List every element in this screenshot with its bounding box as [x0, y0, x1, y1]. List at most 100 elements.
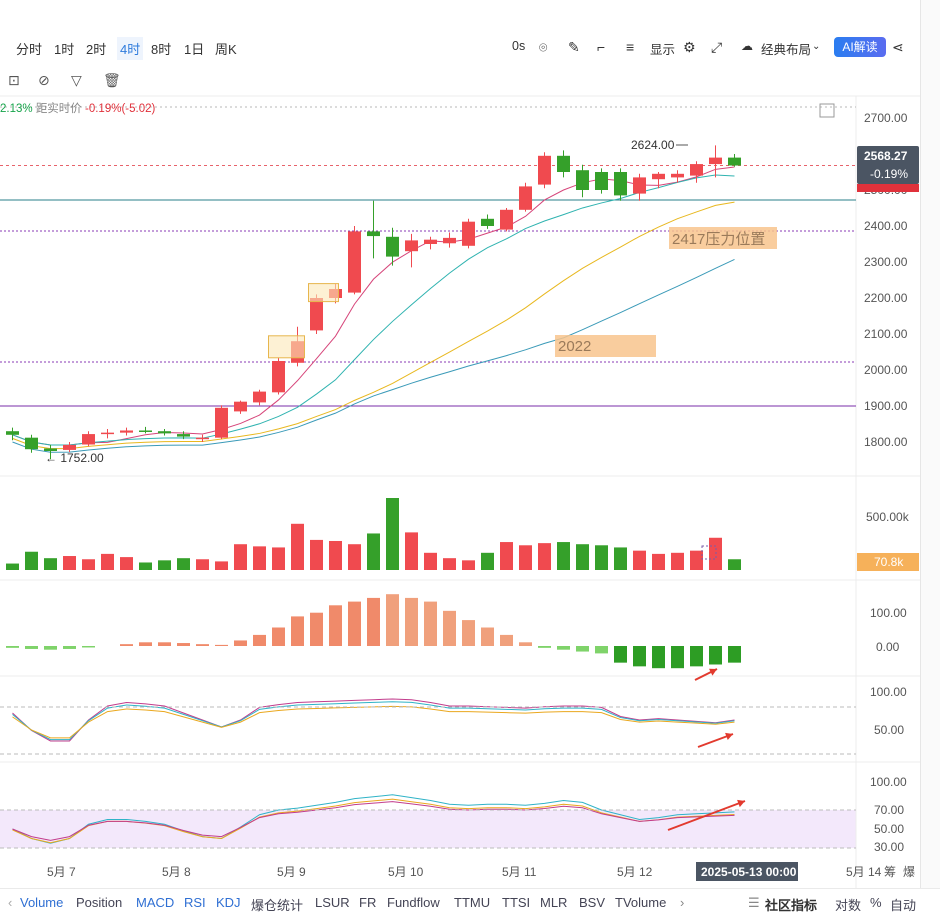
candle-body[interactable] — [272, 361, 285, 393]
candle-body[interactable] — [386, 236, 399, 257]
candle-body[interactable] — [6, 431, 19, 435]
volume-bar — [101, 553, 114, 570]
indicator-volume[interactable]: Volume — [20, 895, 63, 910]
volume-bar — [25, 551, 38, 570]
current-time-value: 2025-05-13 00:00 — [701, 865, 797, 879]
share-icon[interactable]: ⋖ — [892, 39, 904, 56]
candle-body[interactable] — [139, 430, 152, 432]
auto-scale-toggle[interactable]: 自动 — [890, 895, 916, 914]
macd-bar — [424, 601, 437, 646]
macd-bar — [462, 620, 475, 646]
fullscreen-icon[interactable]: ⤢ — [711, 39, 722, 56]
indicator-liquidation[interactable]: 爆仓统计 — [251, 895, 303, 914]
indicator-tvolume[interactable]: TVolume — [615, 895, 666, 910]
indicator-mlr[interactable]: MLR — [540, 895, 567, 910]
candle-body[interactable] — [63, 444, 76, 450]
candle-body[interactable] — [215, 407, 228, 438]
candle-body[interactable] — [652, 173, 665, 180]
candle-body[interactable] — [728, 157, 741, 166]
timeframe-fenshi[interactable]: 分时 — [16, 39, 42, 58]
crop-icon[interactable]: ⌐ — [597, 39, 605, 55]
volume-bar — [443, 558, 456, 570]
candle-body[interactable] — [500, 209, 513, 230]
list-icon[interactable]: ☰ — [748, 895, 760, 911]
timeframe-8h[interactable]: 8时 — [151, 39, 171, 58]
ai-interpret-button[interactable]: AI解读 — [834, 37, 886, 57]
candle-body[interactable] — [576, 170, 589, 190]
candle-body[interactable] — [101, 432, 114, 435]
candle-body[interactable] — [633, 177, 646, 194]
candle-body[interactable] — [177, 434, 190, 437]
candle-body[interactable] — [424, 239, 437, 244]
candle-body[interactable] — [234, 401, 247, 412]
candle-body[interactable] — [196, 437, 209, 440]
indicator-ttmu[interactable]: TTMU — [454, 895, 490, 910]
candle-body[interactable] — [671, 173, 684, 178]
candle-body[interactable] — [82, 434, 95, 445]
community-indicators[interactable]: 社区指标 — [765, 895, 817, 914]
indicator-macd[interactable]: MACD — [136, 895, 174, 910]
camera-icon[interactable]: ⌾ — [539, 39, 547, 56]
list-icon[interactable]: ≡ — [626, 39, 634, 55]
expand-icon[interactable] — [819, 103, 835, 118]
candle-body[interactable] — [538, 155, 551, 185]
candle-body[interactable] — [253, 391, 266, 403]
gear-icon[interactable]: ⚙ — [683, 39, 696, 56]
filter-icon[interactable]: ▽ — [71, 72, 82, 89]
candle-body[interactable] — [443, 237, 456, 244]
candle-body[interactable] — [367, 231, 380, 237]
candle-body[interactable] — [557, 155, 570, 172]
candle-body[interactable] — [462, 221, 475, 246]
volume-bar — [462, 560, 475, 570]
price-axis-label: 2000.00 — [864, 363, 908, 377]
price-axis-label: 2400.00 — [864, 219, 908, 233]
timeframe-1d[interactable]: 1日 — [184, 39, 204, 58]
candle-body[interactable] — [348, 231, 361, 293]
log-scale-toggle[interactable]: 对数 — [835, 895, 861, 914]
volume-bar — [386, 498, 399, 570]
cloud-icon: ☁ — [741, 39, 753, 53]
timeframe-4h[interactable]: 4时 — [117, 37, 144, 60]
candle-body[interactable] — [709, 157, 722, 165]
time-scale-label: 筹 — [884, 865, 896, 879]
percent-toggle[interactable]: % — [870, 895, 882, 910]
chevron-right-icon[interactable]: › — [680, 895, 684, 910]
kdj-line-d — [12, 705, 735, 739]
candle-body[interactable] — [158, 431, 171, 434]
macd-bar — [329, 605, 342, 646]
chevron-left-icon[interactable]: ‹ — [8, 895, 12, 910]
candle-body[interactable] — [25, 437, 38, 450]
candle-body[interactable] — [405, 240, 418, 252]
timeframe-week[interactable]: 周K — [215, 39, 237, 58]
trash-icon[interactable]: 🗑 — [103, 72, 121, 89]
volume-bar — [595, 545, 608, 570]
trading-chart[interactable]: 2700.002600.002500.002400.002300.002200.… — [0, 0, 940, 916]
pen-icon[interactable]: ✎ — [568, 39, 580, 56]
indicator-bsv[interactable]: BSV — [579, 895, 605, 910]
edit-icon[interactable]: ⊡ — [8, 72, 20, 89]
indicator-fr[interactable]: FR — [359, 895, 376, 910]
indicator-fundflow[interactable]: Fundflow — [387, 895, 440, 910]
indicator-ttsi[interactable]: TTSI — [502, 895, 530, 910]
candle-body[interactable] — [310, 298, 323, 331]
indicator-rsi[interactable]: RSI — [184, 895, 206, 910]
indicator-position[interactable]: Position — [76, 895, 122, 910]
macd-bar — [557, 646, 570, 650]
display-toggle[interactable]: 显示 — [650, 39, 675, 58]
volume-bar — [6, 563, 19, 570]
candle-body[interactable] — [120, 430, 133, 433]
candle-body[interactable] — [690, 164, 703, 176]
layout-selector[interactable]: 经典布局 — [761, 39, 811, 58]
indicator-kdj[interactable]: KDJ — [216, 895, 241, 910]
macd-bar — [348, 601, 361, 646]
candle-body[interactable] — [481, 218, 494, 226]
timeframe-1h[interactable]: 1时 — [54, 39, 74, 58]
candle-body[interactable] — [519, 186, 532, 210]
indicator-lsur[interactable]: LSUR — [315, 895, 350, 910]
macd-bar — [633, 646, 646, 667]
timeframe-2h[interactable]: 2时 — [86, 39, 106, 58]
macd-bar — [44, 646, 57, 650]
candle-body[interactable] — [614, 172, 627, 196]
magnet-icon[interactable]: ⊘ — [38, 72, 50, 89]
candle-body[interactable] — [595, 172, 608, 190]
